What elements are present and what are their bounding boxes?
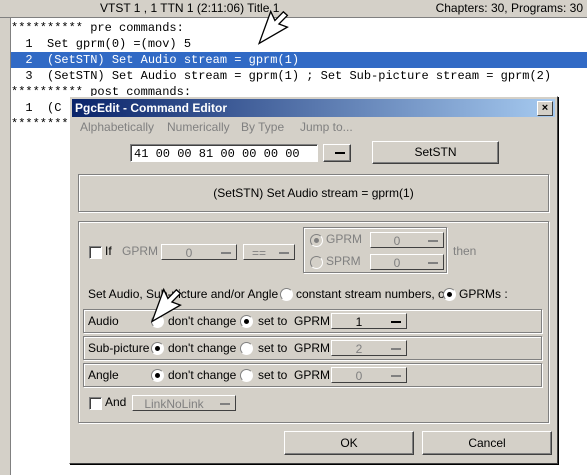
angle-label: Angle xyxy=(88,368,119,382)
angle-dont-change-radio[interactable] xyxy=(151,369,164,382)
compare-sprm-select[interactable]: 0 xyxy=(370,254,444,270)
angle-gprm-label: GPRM xyxy=(294,368,330,382)
if-checkbox[interactable] xyxy=(89,246,102,259)
dropdown-arrow-icon xyxy=(428,240,438,242)
compare-gprm-radio[interactable] xyxy=(310,234,323,247)
menu-bar: Alphabetically Numerically By Type Jump … xyxy=(72,118,555,136)
subpicture-label: Sub-picture xyxy=(88,341,150,355)
title-info: VTST 1 , 1 TTN 1 (2:11:06) Title 1 xyxy=(100,1,280,15)
audio-gprm-label: GPRM xyxy=(294,314,330,328)
list-item[interactable]: 3 (SetSTN) Set Audio stream = gprm(1) ; … xyxy=(11,68,587,84)
dropdown-arrow-icon xyxy=(335,152,345,154)
subpicture-gprm-label: GPRM xyxy=(294,341,330,355)
command-editor-dialog: PgcEdit - Command Editor × Alphabeticall… xyxy=(69,96,558,464)
audio-gprm-select[interactable]: 1 xyxy=(331,313,407,329)
audio-label: Audio xyxy=(88,314,119,328)
audio-set-to-radio[interactable] xyxy=(240,315,253,328)
command-type-button[interactable]: SetSTN xyxy=(372,141,499,164)
if-operator-select[interactable]: == xyxy=(243,244,295,260)
if-gprm-select[interactable]: 0 xyxy=(161,244,237,260)
dropdown-arrow-icon xyxy=(220,403,230,405)
if-label: If xyxy=(105,244,112,258)
list-item-selected[interactable]: 2 (SetSTN) Set Audio stream = gprm(1) xyxy=(11,52,587,68)
menu-alphabetically[interactable]: Alphabetically xyxy=(80,120,154,134)
menu-numerically[interactable]: Numerically xyxy=(167,120,230,134)
compare-gprm-label: GPRM xyxy=(326,232,362,246)
subpicture-set-to-label: set to xyxy=(258,341,288,355)
angle-gprm-select[interactable]: 0 xyxy=(331,367,407,383)
subpicture-dont-change-radio[interactable] xyxy=(151,342,164,355)
dropdown-arrow-icon xyxy=(428,262,438,264)
dialog-title: PgcEdit - Command Editor xyxy=(75,101,228,115)
ok-button[interactable]: OK xyxy=(284,431,414,455)
angle-set-to-label: set to xyxy=(258,368,288,382)
subpicture-set-to-radio[interactable] xyxy=(240,342,253,355)
close-button[interactable]: × xyxy=(537,101,553,116)
constant-label: constant stream numbers, or xyxy=(296,287,449,301)
subpicture-gprm-select[interactable]: 2 xyxy=(331,340,407,356)
menu-by-type[interactable]: By Type xyxy=(241,120,284,134)
mouse-cursor-icon xyxy=(257,9,289,45)
compare-gprm-select[interactable]: 0 xyxy=(370,232,444,248)
chapters-info: Chapters: 30, Programs: 30 xyxy=(435,1,583,15)
if-gprm-label: GPRM xyxy=(122,244,158,258)
command-description-box: (SetSTN) Set Audio stream = gprm(1) xyxy=(78,174,549,212)
dropdown-arrow-icon xyxy=(391,321,401,323)
subpicture-row: Sub-picture don't change set to GPRM 2 xyxy=(83,336,542,360)
hex-history-dropdown[interactable] xyxy=(323,144,351,162)
compare-sprm-radio[interactable] xyxy=(310,256,323,269)
cancel-button[interactable]: Cancel xyxy=(422,431,552,455)
gprm-radio[interactable] xyxy=(443,288,456,301)
dropdown-arrow-icon xyxy=(279,252,289,254)
gprm-radio-label: GPRMs : xyxy=(459,287,508,301)
and-checkbox[interactable] xyxy=(89,397,102,410)
audio-set-to-label: set to xyxy=(258,314,288,328)
angle-row: Angle don't change set to GPRM 0 xyxy=(83,363,542,387)
parameters-group: If GPRM 0 == GPRM 0 SPRM 0 then Set Audi… xyxy=(78,221,549,423)
mouse-cursor-icon xyxy=(150,287,182,323)
dialog-titlebar[interactable]: PgcEdit - Command Editor × xyxy=(72,99,555,117)
menu-jump-to[interactable]: Jump to... xyxy=(300,120,353,134)
hex-command-field[interactable]: 41 00 00 81 00 00 00 00 xyxy=(130,144,318,162)
list-item[interactable]: 1 Set gprm(0) =(mov) 5 xyxy=(11,36,587,52)
angle-set-to-radio[interactable] xyxy=(240,369,253,382)
list-gutter xyxy=(0,18,10,475)
list-item[interactable]: ********** pre commands: xyxy=(11,20,587,36)
command-description: (SetSTN) Set Audio stream = gprm(1) xyxy=(213,186,414,200)
and-link-select[interactable]: LinkNoLink xyxy=(132,395,236,411)
then-label: then xyxy=(453,244,477,258)
subpicture-dont-change-label: don't change xyxy=(168,341,237,355)
compare-sprm-label: SPRM xyxy=(326,254,361,268)
dropdown-arrow-icon xyxy=(221,252,231,254)
angle-dont-change-label: don't change xyxy=(168,368,237,382)
compare-source-group: GPRM 0 SPRM 0 xyxy=(303,227,447,273)
constant-radio[interactable] xyxy=(280,288,293,301)
dropdown-arrow-icon xyxy=(391,375,401,377)
and-label: And xyxy=(105,395,127,409)
dropdown-arrow-icon xyxy=(391,348,401,350)
